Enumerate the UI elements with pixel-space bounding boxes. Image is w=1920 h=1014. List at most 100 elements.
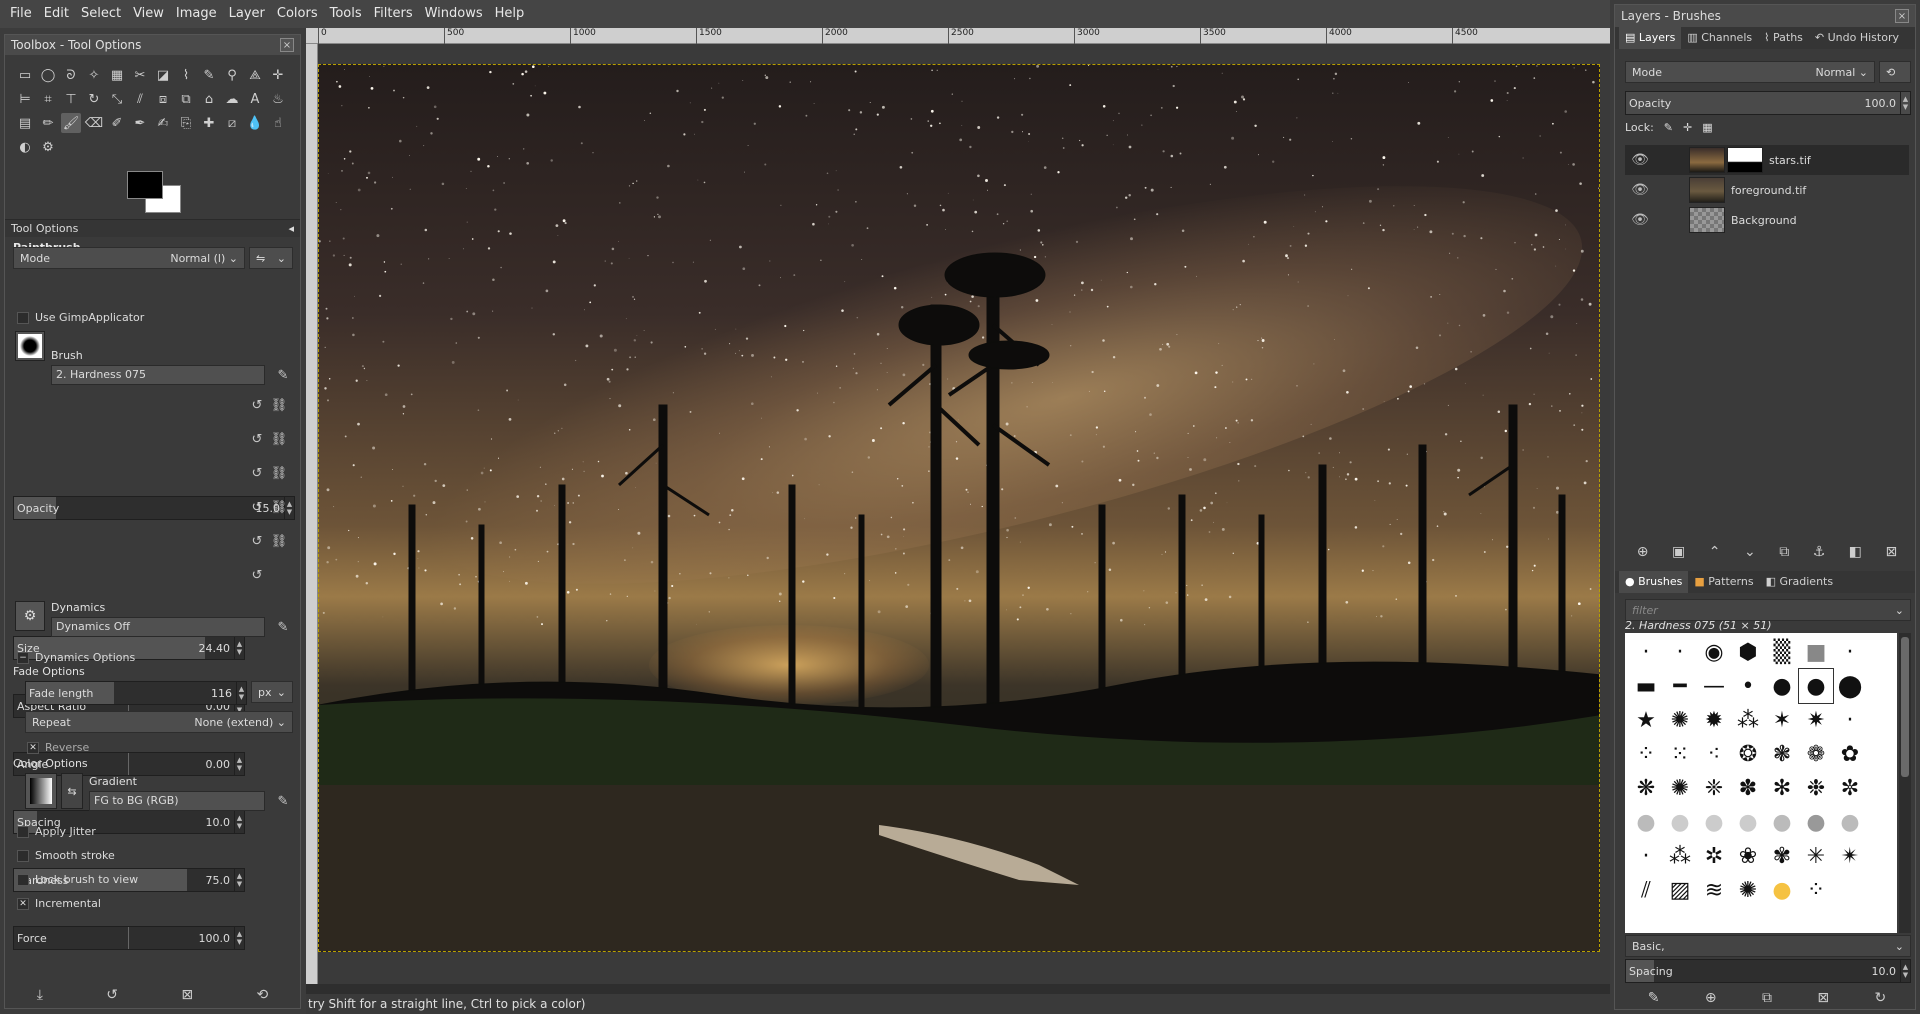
scissors-icon[interactable]: ✂ [130,65,150,85]
brush-cell[interactable]: ◉ [1697,635,1731,669]
rotate-icon[interactable]: ↻ [84,89,104,109]
collapse-icon[interactable]: − [17,651,29,664]
reset-icon[interactable]: ↺ [249,429,265,449]
dynamics-field[interactable]: Dynamics Off [51,617,265,637]
move-icon[interactable]: ✛ [268,65,288,85]
reset-icon[interactable]: ↺ [249,497,265,517]
align-icon[interactable]: ⊨ [15,89,35,109]
dynamics-preview[interactable]: ⚙ [15,601,45,631]
brush-cell[interactable]: ✲ [1697,839,1731,873]
link-icon[interactable]: ⛓ [271,429,288,449]
scroll-thumb[interactable] [1901,637,1909,777]
mode-switch-button[interactable]: ⇋ ⌄ [249,247,293,269]
clone-icon[interactable]: ⎘ [176,113,196,133]
brush-cell[interactable]: ✾ [1765,839,1799,873]
brush-scrollbar[interactable] [1899,633,1911,933]
layer-mode-select[interactable]: Mode Normal ⌄ [1625,61,1875,83]
brush-cell[interactable]: ✽ [1731,771,1765,805]
brush-cell[interactable]: ❉ [1799,771,1833,805]
brush-cell[interactable]: ● [1765,873,1799,907]
lock-brush-option[interactable]: Lock brush to view [17,873,138,886]
bucket-fill-icon[interactable]: ♨ [268,89,288,109]
smudge-icon[interactable]: ☝ [268,113,288,133]
brush-cell[interactable]: ❀ [1731,839,1765,873]
brush-cell[interactable]: ■ [1799,635,1833,669]
brush-cell[interactable]: ⫽ [1629,873,1663,907]
brush-name-field[interactable]: 2. Hardness 075 [51,365,265,385]
tab-channels[interactable]: ▥ Channels [1681,27,1758,49]
incremental-checkbox[interactable]: ✕ [17,897,29,910]
unified-transform-icon[interactable]: ⊤ [61,89,81,109]
brush-cell[interactable]: ★ [1629,703,1663,737]
brush-cell[interactable]: ⁂ [1663,839,1697,873]
layer-row[interactable]: 👁 stars.tif [1625,145,1909,175]
reset-icon[interactable]: ↺ [249,531,265,551]
brush-filter-input[interactable]: filter ⌄ [1625,599,1911,621]
fade-length-spin[interactable]: ▲ ▼ [236,682,246,704]
apply-jitter-option[interactable]: Apply Jitter [17,825,96,838]
airbrush-icon[interactable]: ✐ [107,113,127,133]
menu-filters[interactable]: Filters [368,0,419,28]
menu-edit[interactable]: Edit [38,0,75,28]
layer-opacity-spin[interactable]: ▲ ▼ [1900,92,1910,114]
menu-image[interactable]: Image [170,0,223,28]
reverse-option[interactable]: ✕ Reverse [27,741,89,754]
save-options-icon[interactable]: ⤓ [37,987,43,1003]
brush-cell[interactable]: ⬢ [1731,635,1765,669]
brush-cell[interactable]: ❈ [1697,771,1731,805]
force-slider[interactable]: Force 100.0 ▲ ▼ [13,926,245,950]
lower-layer-icon[interactable]: ⌄ [1744,544,1756,560]
brush-cell[interactable]: ✺ [1663,703,1697,737]
mode-select[interactable]: Mode Normal (l) ⌄ [13,247,245,269]
hardness-spin[interactable]: ▲ ▼ [234,869,244,891]
3d-transform-icon[interactable]: ⧉ [176,89,196,109]
edit-gradient-icon[interactable]: ✎ [275,791,291,811]
edit-dynamics-icon[interactable]: ✎ [275,617,291,637]
smooth-stroke-checkbox[interactable] [17,849,29,862]
apply-jitter-checkbox[interactable] [17,825,29,838]
text-tool-icon[interactable]: A [245,89,265,109]
menu-view[interactable]: View [127,0,170,28]
menu-help[interactable]: Help [489,0,531,28]
brush-cell[interactable]: ▒ [1765,635,1799,669]
brush-cell[interactable]: · [1663,635,1697,669]
brush-cell[interactable]: ✳ [1799,839,1833,873]
brush-cell[interactable]: ✿ [1833,737,1867,771]
brush-cell[interactable]: ● [1765,805,1799,839]
layer-opacity-slider[interactable]: Opacity 100.0 ▲ ▼ [1625,91,1911,115]
anchor-icon[interactable]: ⚓ [1813,544,1826,560]
gradient-field[interactable]: FG to BG (RGB) [89,791,265,811]
brush-preview[interactable] [15,331,45,361]
menu-windows[interactable]: Windows [419,0,489,28]
spacing-spin[interactable]: ▲ ▼ [234,811,244,833]
measure-icon[interactable]: ⟁ [245,65,265,85]
lock-position-icon[interactable]: ✛ [1683,121,1692,134]
brush-tag-input[interactable]: Basic, ⌄ [1625,935,1911,957]
new-layer-icon[interactable]: ⊕ [1637,544,1649,560]
menu-file[interactable]: File [4,0,38,28]
layer-row[interactable]: 👁 Background [1625,205,1909,235]
brush-cell[interactable]: ❂ [1731,737,1765,771]
gradient-icon[interactable]: ▤ [15,113,35,133]
layer-mode-switch[interactable]: ⟲ [1879,61,1911,83]
brush-cell[interactable]: ✷ [1799,703,1833,737]
brush-spacing-spin[interactable]: ▲ ▼ [1900,960,1910,982]
brush-cell[interactable]: ● [1798,668,1834,704]
brush-cell[interactable]: ✼ [1833,771,1867,805]
angle-spin[interactable]: ▲ ▼ [234,753,244,775]
horizontal-scrollbar[interactable] [306,984,1610,994]
shear-icon[interactable]: ⫽ [130,89,150,109]
use-applicator-checkbox[interactable] [17,311,29,324]
brush-cell[interactable]: ● [1799,805,1833,839]
use-applicator-option[interactable]: Use GimpApplicator [17,311,144,324]
reset-icon[interactable]: ↺ [249,395,265,415]
paintbrush-icon[interactable]: 🖌 [61,113,81,133]
tool-options-tab[interactable]: Tool Options [11,222,78,235]
visibility-eye-icon[interactable]: 👁 [1625,182,1655,198]
dynamics-options-toggle[interactable]: − Dynamics Options [17,651,135,664]
brush-cell[interactable]: · [1833,635,1867,669]
fuzzy-select-icon[interactable]: ✧ [84,65,104,85]
brush-cell[interactable]: ✺ [1731,873,1765,907]
foreground-select-icon[interactable]: ◪ [153,65,173,85]
ellipse-select-icon[interactable]: ◯ [38,65,58,85]
